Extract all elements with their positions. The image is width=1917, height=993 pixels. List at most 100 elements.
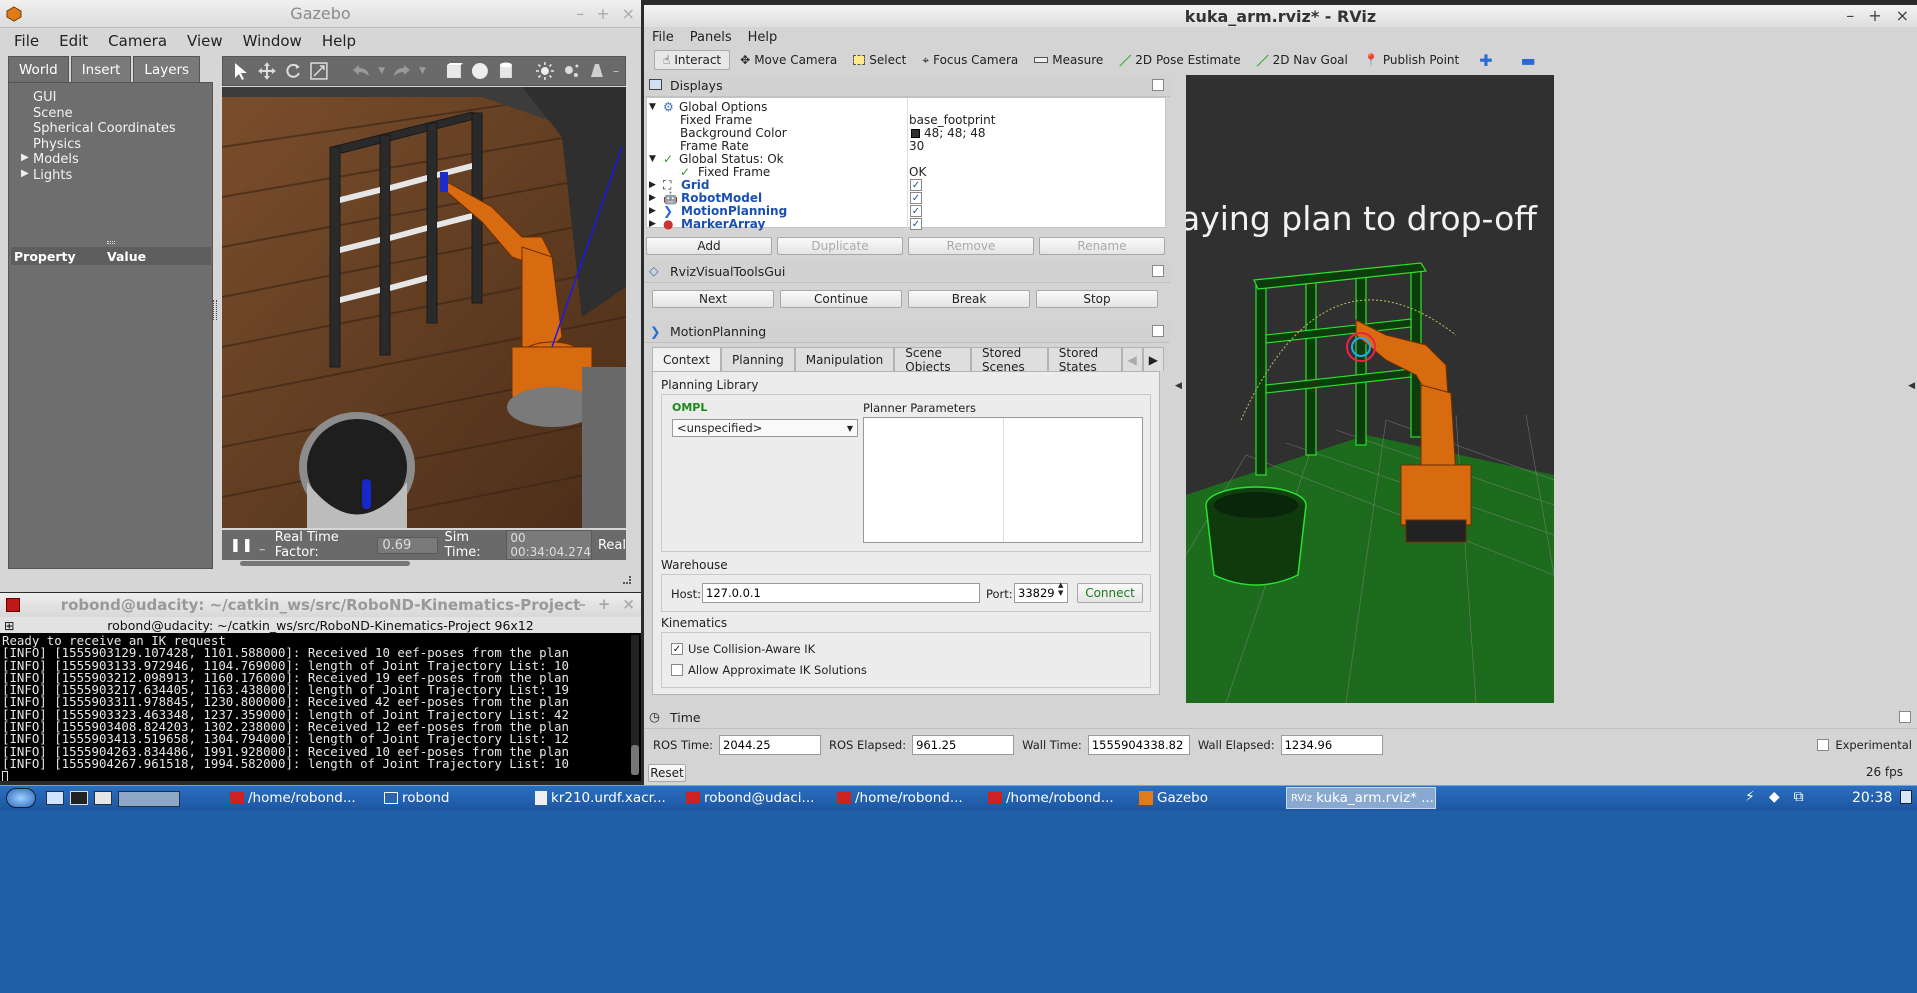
expand-arrow-icon[interactable]: ▶ xyxy=(649,219,663,229)
window-icon[interactable] xyxy=(94,791,112,805)
gazebo-3d-view[interactable] xyxy=(222,87,626,528)
power-icon[interactable]: ⚡ xyxy=(1745,789,1755,805)
translate-icon[interactable] xyxy=(257,61,277,81)
scale-icon[interactable] xyxy=(309,61,329,81)
redo-icon[interactable] xyxy=(391,61,413,81)
expand-arrow-icon[interactable]: ▶ xyxy=(649,180,663,190)
motionplanning-enabled-checkbox[interactable]: ✓ xyxy=(910,205,922,217)
tree-physics[interactable]: Physics xyxy=(33,137,81,152)
maximize-icon[interactable]: + xyxy=(1868,6,1881,25)
panel-splitter[interactable] xyxy=(213,300,217,320)
tab-scene-objects[interactable]: Scene Objects xyxy=(894,346,971,374)
tool-publish-point[interactable]: 📍 Publish Point xyxy=(1358,51,1465,69)
display-markerarray-row[interactable]: ▶ ● MarkerArray xyxy=(649,216,765,232)
close-icon[interactable]: × xyxy=(1896,6,1909,25)
select-arrow-icon[interactable] xyxy=(231,61,251,81)
add-display-button[interactable]: Add xyxy=(646,237,772,255)
minimize-icon[interactable]: – xyxy=(1846,6,1854,25)
files-icon[interactable] xyxy=(46,791,64,805)
remove-tool-icon[interactable]: ▬ xyxy=(1521,51,1536,70)
redo-dropdown-icon[interactable]: ▼ xyxy=(419,66,426,76)
tool-2d-pose-estimate[interactable]: ／ 2D Pose Estimate xyxy=(1113,50,1246,71)
expand-arrow-icon[interactable]: ▶ xyxy=(649,193,663,203)
tree-scene[interactable]: Scene xyxy=(33,106,73,121)
new-tab-icon[interactable]: ⊞ xyxy=(4,618,14,633)
collision-ik-checkbox[interactable]: ✓ xyxy=(671,643,683,655)
terminal-output[interactable]: Ready to receive an IK request [INFO] [1… xyxy=(2,634,630,781)
float-panel-checkbox[interactable] xyxy=(1899,711,1911,723)
network-icon[interactable]: ⧉ xyxy=(1794,789,1804,805)
task-gazebo[interactable]: Gazebo xyxy=(1135,787,1285,809)
tab-planning[interactable]: Planning xyxy=(721,347,795,371)
clock[interactable]: 20:38 xyxy=(1852,790,1892,806)
minimize-icon[interactable]: – xyxy=(576,4,584,23)
shield-icon[interactable]: ◆ xyxy=(1769,789,1780,805)
tool-2d-nav-goal[interactable]: ／ 2D Nav Goal xyxy=(1251,50,1354,71)
collapse-arrow-icon[interactable]: ▼ xyxy=(649,154,663,164)
task-kr210[interactable]: kr210.urdf.xacr... xyxy=(531,787,681,809)
float-panel-checkbox[interactable] xyxy=(1152,325,1164,337)
tool-focus-camera[interactable]: ⌖ Focus Camera xyxy=(916,51,1024,70)
toolbar-menu-icon[interactable]: – xyxy=(613,64,619,78)
task-home-3[interactable]: /home/robond... xyxy=(984,787,1134,809)
markerarray-enabled-checkbox[interactable]: ✓ xyxy=(910,218,922,230)
pause-icon[interactable]: ❚❚ xyxy=(230,538,254,553)
task-home-1[interactable]: /home/robond... xyxy=(226,787,376,809)
sun-light-icon[interactable] xyxy=(535,61,555,81)
ros-time-field[interactable] xyxy=(719,735,822,755)
cylinder-shape-icon[interactable] xyxy=(496,61,516,81)
duplicate-display-button[interactable]: Duplicate xyxy=(777,237,903,255)
wall-time-field[interactable] xyxy=(1087,735,1190,755)
menu-file[interactable]: File xyxy=(652,30,674,45)
tree-spherical[interactable]: Spherical Coordinates xyxy=(33,121,176,136)
undo-dropdown-icon[interactable]: ▼ xyxy=(378,66,385,76)
expand-models-icon[interactable]: ▶ xyxy=(21,152,29,163)
menu-view[interactable]: View xyxy=(187,32,223,50)
tab-context[interactable]: Context xyxy=(652,347,722,371)
host-input[interactable] xyxy=(702,583,980,603)
maximize-icon[interactable]: + xyxy=(596,4,609,23)
rotate-icon[interactable] xyxy=(283,61,303,81)
collapse-arrow-icon[interactable]: ▼ xyxy=(649,102,663,112)
planner-params-table[interactable] xyxy=(863,417,1143,543)
rename-display-button[interactable]: Rename xyxy=(1039,237,1165,255)
ros-elapsed-field[interactable] xyxy=(912,735,1015,755)
tree-gui[interactable]: GUI xyxy=(33,90,56,105)
tree-models[interactable]: Models xyxy=(33,152,79,167)
robotmodel-enabled-checkbox[interactable]: ✓ xyxy=(910,192,922,204)
desktop-pager-icon[interactable] xyxy=(118,791,180,807)
menu-file[interactable]: File xyxy=(14,32,39,50)
box-shape-icon[interactable] xyxy=(444,61,464,81)
wall-elapsed-field[interactable] xyxy=(1280,735,1383,755)
gazebo-titlebar[interactable]: Gazebo – + × xyxy=(0,0,641,28)
undo-icon[interactable] xyxy=(350,61,372,81)
task-rviz[interactable]: RViz kuka_arm.rviz* ... xyxy=(1286,787,1436,809)
rviz-3d-viewport[interactable]: aying plan to drop-off xyxy=(1186,75,1554,703)
planner-select[interactable]: <unspecified> ▼ xyxy=(672,419,858,437)
reset-button[interactable]: Reset xyxy=(648,764,686,782)
tab-world[interactable]: World xyxy=(8,56,69,82)
tab-insert[interactable]: Insert xyxy=(70,56,132,82)
connect-button[interactable]: Connect xyxy=(1077,583,1143,603)
expand-lights-icon[interactable]: ▶ xyxy=(21,168,29,179)
collapse-right-icon[interactable]: ◀ xyxy=(1908,381,1915,391)
tab-manipulation[interactable]: Manipulation xyxy=(794,347,895,371)
sphere-shape-icon[interactable] xyxy=(470,61,490,81)
float-panel-checkbox[interactable] xyxy=(1152,265,1164,277)
spot-light-icon[interactable] xyxy=(587,61,607,81)
terminal-icon[interactable] xyxy=(70,791,88,805)
frame-rate-value[interactable]: 30 xyxy=(909,138,924,154)
rviz-titlebar[interactable]: kuka_arm.rviz* - RViz – + × xyxy=(644,5,1917,27)
minimize-icon[interactable]: – xyxy=(578,595,586,613)
break-button[interactable]: Break xyxy=(908,290,1030,308)
add-tool-icon[interactable]: ✚ xyxy=(1479,51,1492,70)
task-robond[interactable]: robond xyxy=(380,787,530,809)
tool-select[interactable]: Select xyxy=(847,51,912,69)
close-icon[interactable]: × xyxy=(622,595,635,613)
task-home-2[interactable]: /home/robond... xyxy=(833,787,983,809)
menu-window[interactable]: Window xyxy=(243,32,302,50)
next-button[interactable]: Next xyxy=(652,290,774,308)
menu-help[interactable]: Help xyxy=(748,30,778,45)
float-panel-checkbox[interactable] xyxy=(1152,79,1164,91)
approx-ik-checkbox[interactable] xyxy=(671,664,683,676)
